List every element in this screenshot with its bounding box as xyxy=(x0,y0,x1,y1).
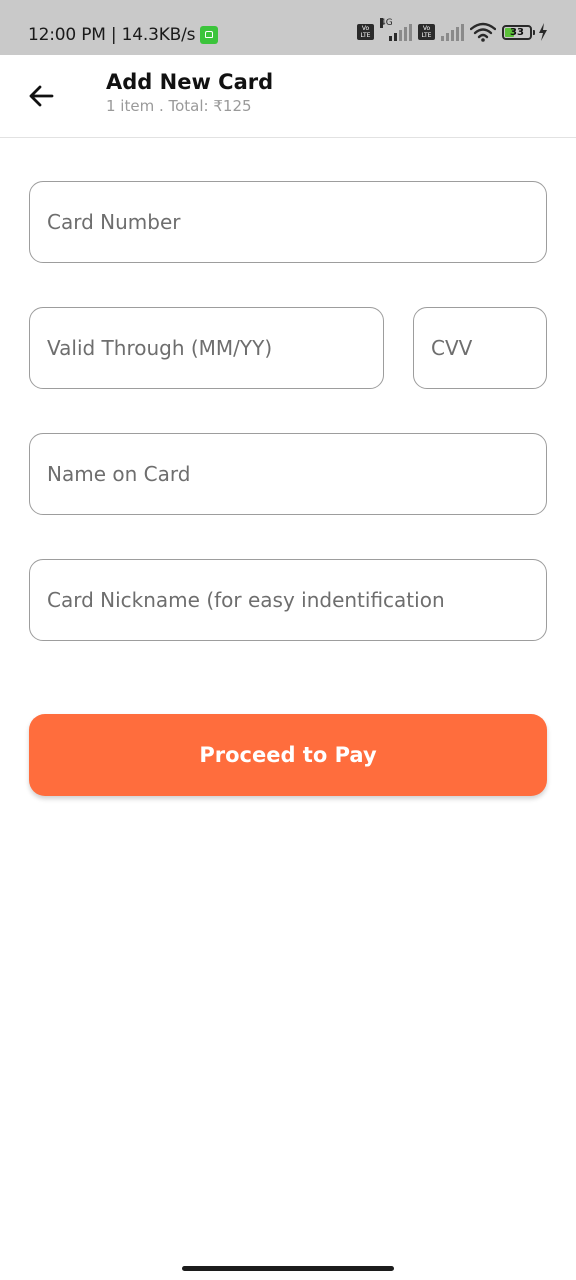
order-summary: 1 item . Total: ₹125 xyxy=(106,97,252,115)
name-on-card-field[interactable] xyxy=(29,433,547,515)
home-indicator[interactable] xyxy=(182,1266,394,1271)
cvv-field[interactable] xyxy=(413,307,547,389)
card-nickname-input[interactable] xyxy=(30,560,546,640)
proceed-to-pay-button[interactable]: Proceed to Pay xyxy=(29,714,547,796)
status-left: 12:00 PM | 14.3KB/s xyxy=(28,25,219,45)
charging-icon xyxy=(539,23,547,41)
card-number-input[interactable] xyxy=(30,182,546,262)
card-number-field[interactable] xyxy=(29,181,547,263)
signal-icon xyxy=(441,23,464,41)
network-type: 4G xyxy=(380,18,393,28)
page-header: Add New Card 1 item . Total: ₹125 xyxy=(0,55,576,138)
status-time-speed: 12:00 PM | 14.3KB/s xyxy=(28,25,196,45)
volte-icon: Vo LTE xyxy=(418,24,435,40)
page-title: Add New Card xyxy=(106,70,274,94)
volte-icon: Vo LTE xyxy=(357,24,374,40)
status-bar: 12:00 PM | 14.3KB/s Vo LTE 4G Vo LTE 33 xyxy=(0,0,576,55)
cvv-input[interactable] xyxy=(414,308,546,388)
card-nickname-field[interactable] xyxy=(29,559,547,641)
battery-level: 33 xyxy=(510,26,524,38)
app-notification-icon xyxy=(200,26,219,44)
wifi-icon xyxy=(470,22,496,42)
valid-through-field[interactable] xyxy=(29,307,384,389)
signal-icon: 4G xyxy=(380,18,412,41)
name-on-card-input[interactable] xyxy=(30,434,546,514)
status-right: Vo LTE 4G Vo LTE 33 xyxy=(357,18,548,42)
valid-through-input[interactable] xyxy=(30,308,383,388)
battery-icon: 33 xyxy=(502,24,535,40)
back-button[interactable] xyxy=(22,77,60,115)
arrow-left-icon xyxy=(29,85,54,107)
